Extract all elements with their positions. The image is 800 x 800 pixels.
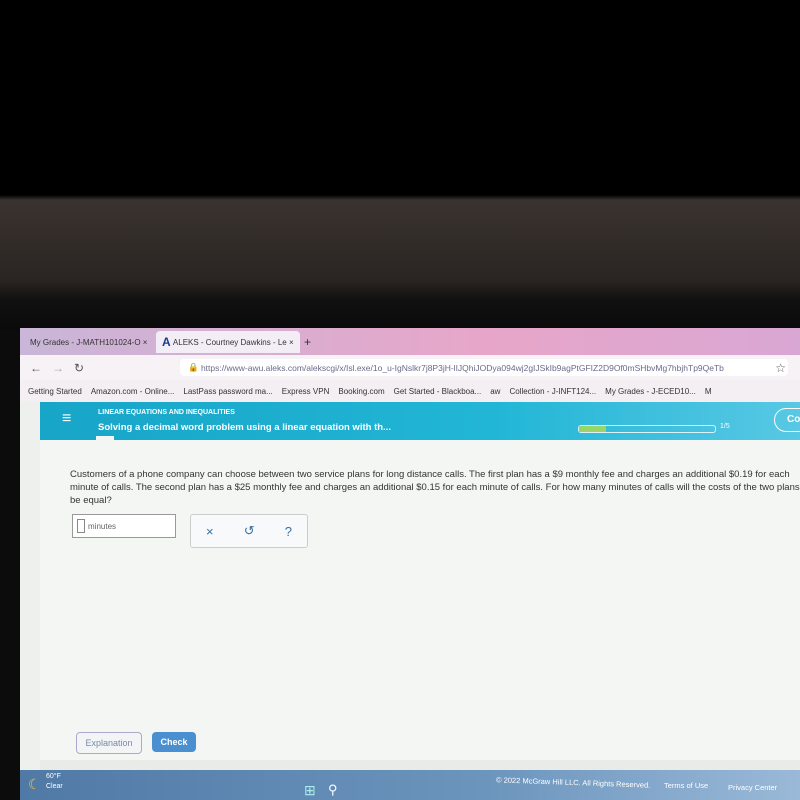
progress-fill — [579, 426, 607, 432]
bookmark[interactable]: Express VPN — [282, 387, 330, 396]
tab-label: ALEKS - Courtney Dawkins - Le — [172, 337, 287, 347]
clear-button[interactable]: × — [206, 524, 214, 539]
star-icon[interactable]: ☆ — [775, 361, 786, 375]
explanation-button[interactable]: Explanation — [76, 732, 142, 754]
aleks-header: ≡ LINEAR EQUATIONS AND INEQUALITIES Solv… — [40, 402, 800, 447]
back-icon[interactable]: ← — [30, 361, 42, 375]
weather-temp: 60°F — [46, 773, 61, 780]
bookmark[interactable]: LastPass password ma... — [183, 387, 272, 396]
taskbar: ☾ 60°F Clear ⊞ ⚲ © 2022 McGraw Hill LLC.… — [20, 770, 800, 800]
tab-aleks[interactable]: A ALEKS - Courtney Dawkins - Le × — [156, 331, 300, 353]
tab-label: My Grades - J-MATH101024-O — [30, 337, 141, 347]
bookmark[interactable]: My Grades - J-ECED10... — [605, 387, 696, 396]
copyright: © 2022 McGraw Hill LLC. All Rights Reser… — [495, 775, 651, 790]
continue-button[interactable]: Co — [774, 408, 800, 432]
weather-condition: Clear — [46, 783, 63, 790]
url-field[interactable]: 🔒 https://www-awu.aleks.com/alekscgi/x/I… — [180, 359, 788, 376]
tab-bar: My Grades - J-MATH101024-O × A ALEKS - C… — [20, 328, 800, 355]
bookmark[interactable]: M — [705, 387, 712, 396]
bookmark[interactable]: Booking.com — [338, 387, 384, 396]
bookmarks-bar: Getting Started Amazon.com - Online... L… — [20, 380, 800, 402]
menu-icon[interactable]: ≡ — [62, 410, 71, 428]
windows-start-icon[interactable]: ⊞ — [304, 782, 316, 799]
new-tab-button[interactable]: + — [298, 331, 317, 353]
bookmark[interactable]: Amazon.com - Online... — [91, 387, 175, 396]
search-icon[interactable]: ⚲ — [328, 782, 338, 798]
bookmark[interactable]: aw — [490, 387, 500, 396]
url-text: https://www-awu.aleks.com/alekscgi/x/Isl… — [200, 362, 724, 373]
tab-my-grades[interactable]: My Grades - J-MATH101024-O × — [24, 331, 153, 353]
bookmark[interactable]: Getting Started — [28, 387, 82, 396]
close-icon[interactable]: × — [289, 338, 294, 347]
address-bar-row: ← → ↻ 🔒 https://www-awu.aleks.com/aleksc… — [20, 355, 800, 380]
page-footer — [40, 760, 800, 770]
reload-icon[interactable]: ↻ — [74, 361, 84, 375]
topic-label: LINEAR EQUATIONS AND INEQUALITIES — [98, 409, 235, 416]
photo-background — [0, 0, 800, 330]
terms-link[interactable]: Terms of Use — [664, 781, 708, 790]
unit-label: minutes — [88, 521, 117, 531]
moon-icon: ☾ — [28, 776, 41, 792]
check-button[interactable]: Check — [152, 732, 196, 752]
question-area: Customers of a phone company can choose … — [40, 440, 800, 760]
progress-text: 1/5 — [720, 423, 730, 430]
browser-window: My Grades - J-MATH101024-O × A ALEKS - C… — [20, 328, 800, 800]
page-title: Solving a decimal word problem using a l… — [98, 422, 391, 433]
answer-input[interactable]: minutes — [72, 514, 176, 538]
bookmark[interactable]: Get Started - Blackboa... — [394, 387, 482, 396]
question-text: Customers of a phone company can choose … — [70, 469, 800, 506]
aleks-icon: A — [162, 335, 171, 349]
bookmark[interactable]: Collection - J-INFT124... — [509, 387, 596, 396]
help-button[interactable]: ? — [285, 524, 292, 539]
answer-tools: × ↺ ? — [190, 514, 308, 548]
undo-button[interactable]: ↺ — [244, 523, 255, 539]
lock-icon: 🔒 — [188, 362, 201, 372]
privacy-link[interactable]: Privacy Center — [728, 783, 777, 792]
progress-bar — [578, 425, 716, 433]
forward-icon[interactable]: → — [52, 361, 64, 375]
answer-box[interactable] — [77, 519, 85, 533]
close-icon[interactable]: × — [143, 338, 148, 347]
